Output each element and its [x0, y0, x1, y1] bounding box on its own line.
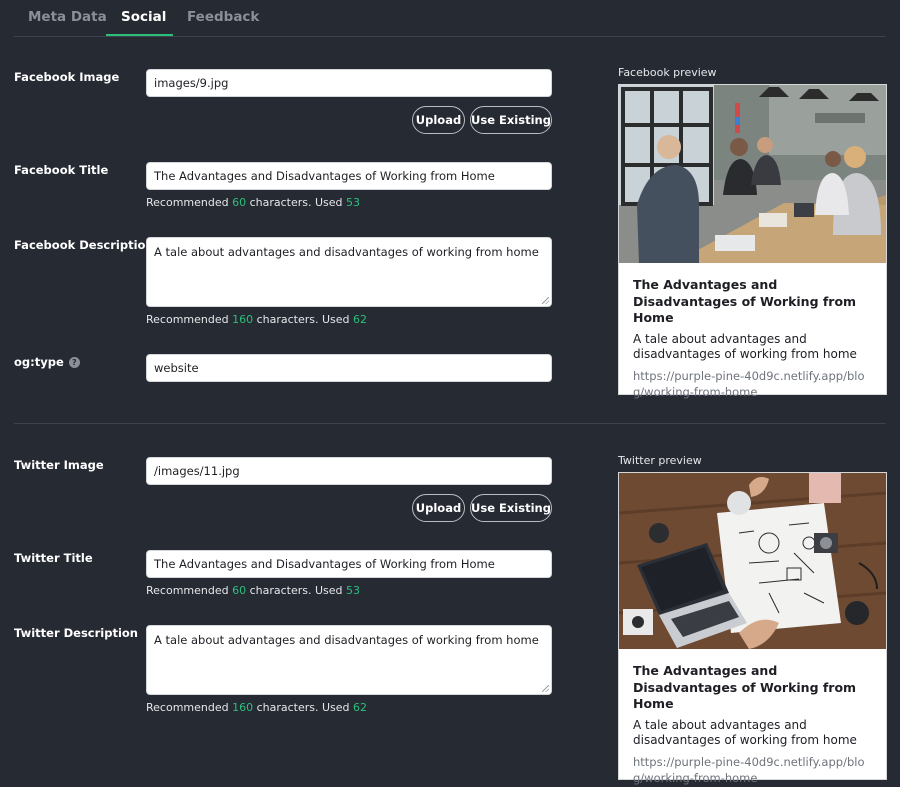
- resize-handle-icon[interactable]: [542, 297, 549, 304]
- facebook-preview-title: The Advantages and Disadvantages of Work…: [633, 277, 857, 325]
- facebook-preview-body: The Advantages and Disadvantages of Work…: [619, 263, 886, 400]
- facebook-description-textarea[interactable]: A tale about advantages and disadvantage…: [146, 237, 552, 307]
- twitter-image-value: /images/11.jpg: [154, 464, 240, 478]
- resize-handle-icon[interactable]: [542, 685, 549, 692]
- desk-laptop-image: [619, 473, 886, 649]
- twitter-upload-button[interactable]: Upload: [412, 494, 465, 522]
- ogtype-input[interactable]: website: [146, 354, 552, 382]
- used-count: 62: [353, 313, 368, 326]
- used-count: 53: [346, 196, 361, 209]
- twitter-preview-label: Twitter preview: [618, 454, 702, 467]
- twitter-preview-body: The Advantages and Disadvantages of Work…: [619, 649, 886, 786]
- facebook-title-hint: Recommended 60 characters. Used 53: [146, 196, 361, 209]
- facebook-use-existing-button[interactable]: Use Existing: [470, 106, 552, 134]
- twitter-image-input[interactable]: /images/11.jpg: [146, 457, 552, 485]
- twitter-description-textarea[interactable]: A tale about advantages and disadvantage…: [146, 625, 552, 695]
- facebook-description-label: Facebook Description: [14, 238, 154, 252]
- facebook-image-input[interactable]: images/9.jpg: [146, 69, 552, 97]
- recommended-count: 60: [232, 584, 247, 597]
- twitter-preview-title: The Advantages and Disadvantages of Work…: [633, 663, 857, 711]
- facebook-upload-button[interactable]: Upload: [412, 106, 465, 134]
- recommended-count: 160: [232, 701, 254, 714]
- facebook-title-input[interactable]: The Advantages and Disadvantages of Work…: [146, 162, 552, 190]
- tab-social[interactable]: Social: [121, 9, 166, 25]
- tab-feedback[interactable]: Feedback: [187, 9, 259, 25]
- facebook-title-value: The Advantages and Disadvantages of Work…: [154, 169, 495, 183]
- twitter-description-value: A tale about advantages and disadvantage…: [154, 633, 539, 647]
- twitter-title-value: The Advantages and Disadvantages of Work…: [154, 557, 495, 571]
- twitter-title-input[interactable]: The Advantages and Disadvantages of Work…: [146, 550, 552, 578]
- ogtype-label: og:type?: [14, 355, 80, 369]
- twitter-preview-card: The Advantages and Disadvantages of Work…: [618, 472, 887, 785]
- recommended-count: 60: [232, 196, 247, 209]
- recommended-count: 160: [232, 313, 254, 326]
- twitter-image-label: Twitter Image: [14, 458, 104, 472]
- facebook-description-hint: Recommended 160 characters. Used 62: [146, 313, 368, 326]
- facebook-preview-card: The Advantages and Disadvantages of Work…: [618, 84, 887, 399]
- twitter-preview-url: https://purple-pine-40d9c.netlify.app/bl…: [633, 754, 865, 785]
- tab-meta-data[interactable]: Meta Data: [28, 9, 107, 25]
- twitter-use-existing-button[interactable]: Use Existing: [470, 494, 552, 522]
- facebook-image-label: Facebook Image: [14, 70, 120, 84]
- twitter-description-label: Twitter Description: [14, 626, 138, 640]
- twitter-title-hint: Recommended 60 characters. Used 53: [146, 584, 361, 597]
- office-meeting-image: [619, 85, 886, 263]
- facebook-title-label: Facebook Title: [14, 163, 109, 177]
- twitter-description-hint: Recommended 160 characters. Used 62: [146, 701, 368, 714]
- section-divider: [14, 423, 886, 424]
- facebook-preview-url: https://purple-pine-40d9c.netlify.app/bl…: [633, 368, 865, 399]
- help-icon[interactable]: ?: [68, 357, 80, 368]
- facebook-preview-label: Facebook preview: [618, 66, 717, 79]
- facebook-description-value: A tale about advantages and disadvantage…: [154, 245, 539, 259]
- tabs-divider: [14, 36, 886, 37]
- facebook-image-value: images/9.jpg: [154, 76, 229, 90]
- facebook-preview-description: A tale about advantages and disadvantage…: [633, 331, 857, 362]
- ogtype-value: website: [154, 361, 199, 375]
- twitter-preview-description: A tale about advantages and disadvantage…: [633, 717, 857, 748]
- used-count: 62: [353, 701, 368, 714]
- active-tab-indicator: [106, 34, 173, 36]
- used-count: 53: [346, 584, 361, 597]
- twitter-title-label: Twitter Title: [14, 551, 93, 565]
